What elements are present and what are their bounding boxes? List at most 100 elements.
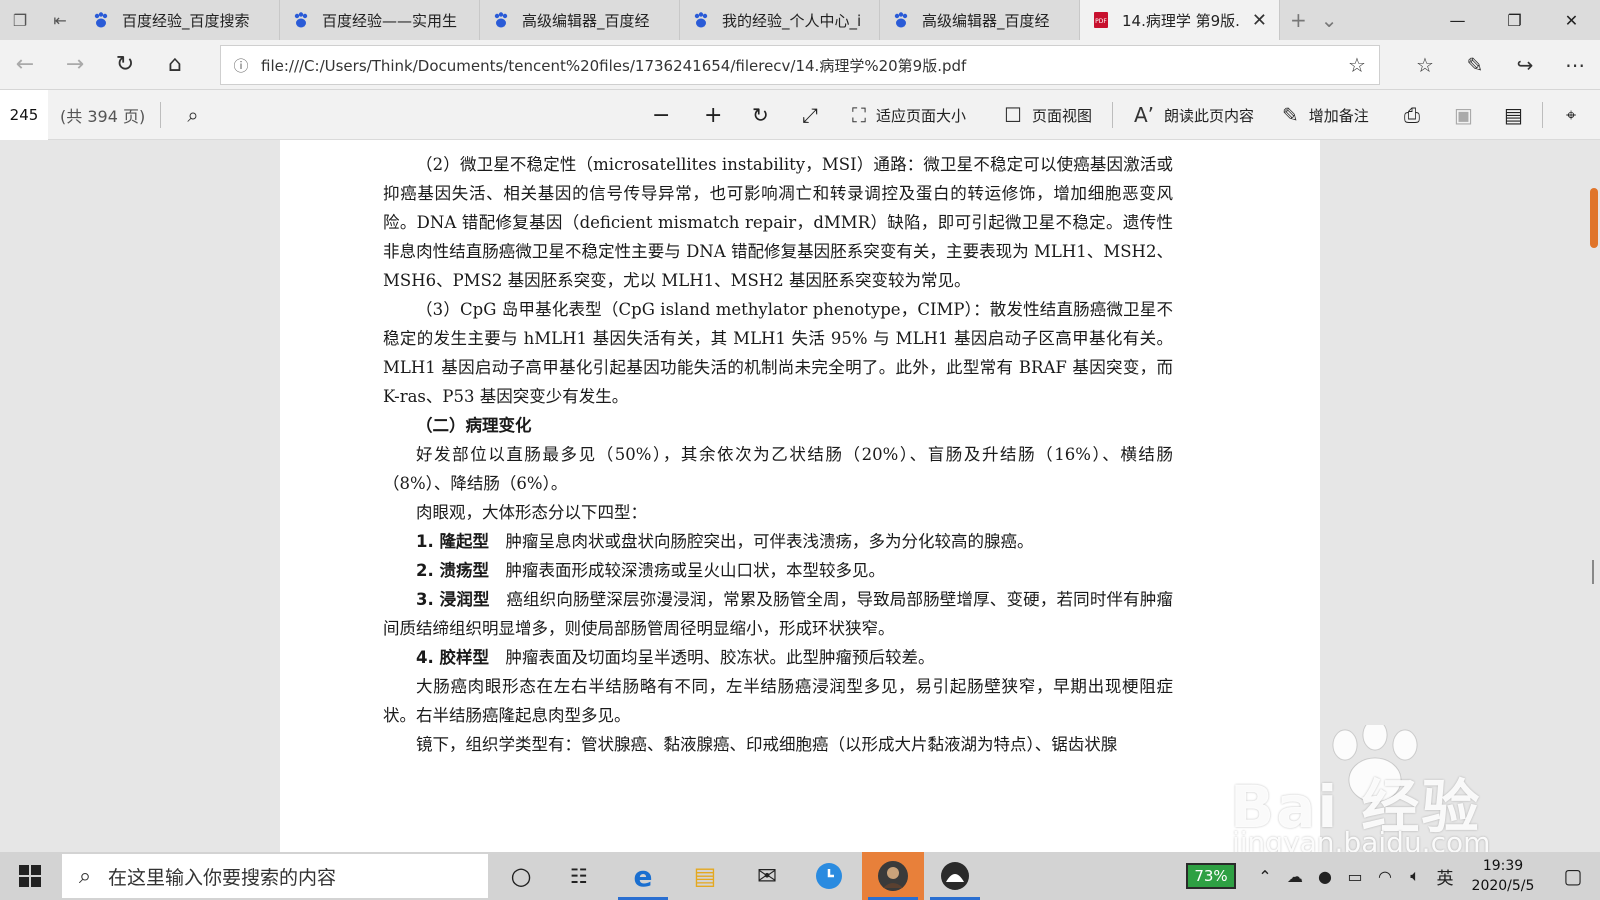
type-body: 肿瘤呈息肉状或盘状向肠腔突出，可伴表浅溃疡，多为分化较高的腺癌。 bbox=[505, 532, 1034, 551]
windows-start-icon[interactable] bbox=[0, 852, 60, 900]
forward-icon[interactable]: → bbox=[50, 40, 100, 90]
vertical-scrollbar[interactable] bbox=[1590, 188, 1598, 248]
type-item-4: 4. 胶样型 肿瘤表面及切面均呈半透明、胶冻状。此型肿瘤预后较差。 bbox=[383, 643, 1173, 672]
battery-percent-badge[interactable]: 73% bbox=[1186, 863, 1236, 889]
close-tab-icon[interactable]: ✕ bbox=[1252, 10, 1267, 31]
taskbar-search-box[interactable]: ⌕ 在这里输入你要搜索的内容 bbox=[62, 854, 488, 898]
toolbar-divider bbox=[160, 102, 161, 128]
type-body: 肿瘤表面形成较深溃疡或呈火山口状，本型较多见。 bbox=[505, 561, 886, 580]
info-icon[interactable]: ⓘ bbox=[221, 55, 261, 76]
tab-pdf-active[interactable]: PDF 14.病理学 第9版. ✕ bbox=[1080, 0, 1280, 40]
search-icon[interactable]: ⌕ bbox=[178, 90, 208, 140]
game-app-icon[interactable] bbox=[924, 852, 986, 900]
clock[interactable]: 19:39 2020/5/5 bbox=[1460, 856, 1546, 896]
wifi-icon[interactable]: ◠ bbox=[1370, 867, 1400, 886]
pen-icon: ✎ bbox=[1282, 103, 1299, 127]
cloud-icon[interactable]: ☁ bbox=[1280, 867, 1310, 886]
tab-title: 高级编辑器_百度经 bbox=[522, 11, 650, 30]
type-item-2: 2. 溃疡型 肿瘤表面形成较深溃疡或呈火山口状，本型较多见。 bbox=[383, 556, 1173, 585]
notification-icon[interactable]: ▢ bbox=[1546, 864, 1600, 888]
tab-baidu-jingyan[interactable]: 百度经验——实用生 bbox=[280, 0, 480, 40]
close-window-icon[interactable]: ✕ bbox=[1543, 0, 1600, 40]
tab-baidu-search[interactable]: 百度经验_百度搜索 bbox=[80, 0, 280, 40]
paragraph-location: 好发部位以直肠最多见（50%），其余依次为乙状结肠（20%）、盲肠及升结肠（16… bbox=[383, 445, 1173, 493]
tab-overview-icon[interactable]: ❐ bbox=[0, 0, 40, 40]
tab-strip: ❐ ⇤ 百度经验_百度搜索 百度经验——实用生 高级编辑器_百度经 我的经验_个… bbox=[0, 0, 1600, 40]
clock-date: 2020/5/5 bbox=[1471, 878, 1535, 894]
navigation-bar: ← → ↻ ⌂ ⓘ file:///C:/Users/Think/Documen… bbox=[0, 40, 1600, 90]
address-bar[interactable]: ⓘ file:///C:/Users/Think/Documents/tence… bbox=[220, 45, 1380, 85]
share-icon[interactable]: ↪ bbox=[1500, 40, 1550, 90]
page-view-icon: ☐ bbox=[1004, 103, 1022, 127]
qq-penguin-icon[interactable]: ● bbox=[1310, 867, 1340, 886]
battery-icon[interactable]: ▭ bbox=[1340, 867, 1370, 886]
rotate-icon[interactable]: ↻ bbox=[752, 90, 769, 140]
type-heading: 4. 胶样型 bbox=[416, 648, 489, 667]
read-aloud-label: 朗读此页内容 bbox=[1164, 106, 1255, 125]
read-aloud-button[interactable]: A’ 朗读此页内容 bbox=[1134, 90, 1254, 140]
tab-my-jingyan[interactable]: 我的经验_个人中心_i bbox=[680, 0, 880, 40]
url-text[interactable]: file:///C:/Users/Think/Documents/tencent… bbox=[261, 55, 1335, 76]
add-notes-button[interactable]: ✎ 增加备注 bbox=[1282, 90, 1369, 140]
avatar-app-icon[interactable] bbox=[862, 852, 924, 900]
print-icon[interactable]: ⎙ bbox=[1404, 90, 1420, 140]
minimize-icon[interactable]: — bbox=[1429, 0, 1486, 40]
set-aside-tabs-icon[interactable]: ⇤ bbox=[40, 0, 80, 40]
favorites-icon[interactable]: ☆ bbox=[1400, 40, 1450, 90]
pdf-text-body: （2）微卫星不稳定性（microsatellites instability，M… bbox=[383, 150, 1173, 759]
add-notes-label: 增加备注 bbox=[1308, 106, 1369, 125]
paragraph-gross: 肉眼观，大体形态分以下四型： bbox=[416, 503, 647, 522]
tab-advanced-editor[interactable]: 高级编辑器_百度经 bbox=[480, 0, 680, 40]
back-icon[interactable]: ← bbox=[0, 40, 50, 90]
page-count: (共 394 页) bbox=[60, 107, 146, 126]
baidu-paw-icon bbox=[94, 12, 108, 28]
section-heading: （二）病理变化 bbox=[416, 416, 532, 435]
baidu-paw-icon bbox=[294, 12, 308, 28]
new-tab-icon[interactable]: + bbox=[1290, 8, 1307, 32]
zoom-in-icon[interactable]: + bbox=[704, 90, 722, 140]
restore-icon[interactable]: ❐ bbox=[1486, 0, 1543, 40]
task-view-icon[interactable]: ☷ bbox=[548, 852, 610, 900]
chevron-up-icon[interactable]: ⌃ bbox=[1250, 867, 1280, 886]
fit-page-button[interactable]: ⛶ 适应页面大小 bbox=[852, 90, 966, 140]
mail-icon[interactable]: ✉ bbox=[736, 852, 798, 900]
save-icon[interactable]: ▣ bbox=[1454, 90, 1473, 140]
type-body: 癌组织向肠壁深层弥漫浸润，常累及肠管全周，导致局部肠壁增厚、变硬，若同时伴有肿瘤… bbox=[383, 590, 1174, 638]
refresh-icon[interactable]: ↻ bbox=[100, 40, 150, 90]
volume-icon[interactable]: 🔈︎ bbox=[1400, 866, 1430, 886]
type-heading: 1. 隆起型 bbox=[416, 532, 489, 551]
paragraph-cimp: （3）CpG 岛甲基化表型（CpG island methylator phen… bbox=[383, 300, 1173, 406]
type-item-1: 1. 隆起型 肿瘤呈息肉状或盘状向肠腔突出，可伴表浅溃疡，多为分化较高的腺癌。 bbox=[383, 527, 1173, 556]
search-icon: ⌕ bbox=[78, 863, 92, 889]
paragraph-histology: 镜下，组织学类型有：管状腺癌、黏液腺癌、印戒细胞癌（以形成大片黏液湖为特点）、锯… bbox=[416, 735, 1118, 754]
zoom-out-icon[interactable]: − bbox=[652, 90, 670, 140]
baidu-paw-icon bbox=[694, 12, 708, 28]
baidu-paw-icon bbox=[894, 12, 908, 28]
tab-title: 高级编辑器_百度经 bbox=[922, 11, 1050, 30]
pdf-page: （2）微卫星不稳定性（microsatellites instability，M… bbox=[280, 140, 1320, 852]
tab-title: 百度经验——实用生 bbox=[322, 11, 458, 30]
baidu-paw-icon bbox=[494, 12, 508, 28]
clock-app-icon[interactable] bbox=[798, 852, 860, 900]
ime-indicator[interactable]: 英 bbox=[1430, 864, 1460, 889]
pin-toolbar-icon[interactable]: ⌖ bbox=[1566, 90, 1576, 140]
type-item-3: 3. 浸润型 癌组织向肠壁深层弥漫浸润，常累及肠管全周，导致局部肠壁增厚、变硬，… bbox=[383, 585, 1173, 643]
more-icon[interactable]: ⋯ bbox=[1550, 40, 1600, 90]
tab-list-chevron-icon[interactable]: ⌄ bbox=[1321, 8, 1338, 32]
page-view-button[interactable]: ☐ 页面视图 bbox=[1004, 90, 1092, 140]
tab-title: 百度经验_百度搜索 bbox=[122, 11, 250, 30]
fit-page-label: 适应页面大小 bbox=[876, 106, 967, 125]
system-tray: 73% ⌃ ☁ ● ▭ ◠ 🔈︎ 英 19:39 2020/5/5 ▢ bbox=[1186, 852, 1600, 900]
page-number-input[interactable]: 245 bbox=[0, 90, 48, 140]
home-icon[interactable]: ⌂ bbox=[150, 40, 200, 90]
file-explorer-icon[interactable]: ▤ bbox=[674, 852, 736, 900]
save-as-icon[interactable]: ▤ bbox=[1504, 90, 1523, 140]
edge-browser-icon[interactable]: e bbox=[612, 852, 674, 900]
type-heading: 2. 溃疡型 bbox=[416, 561, 489, 580]
fullscreen-icon[interactable]: ⤢ bbox=[802, 90, 818, 140]
toolbar-divider bbox=[1112, 102, 1113, 128]
cortana-icon[interactable]: ○ bbox=[490, 852, 552, 900]
pen-notes-icon[interactable]: ✎ bbox=[1450, 40, 1500, 90]
favorite-star-icon[interactable]: ☆ bbox=[1335, 53, 1379, 77]
tab-advanced-editor-2[interactable]: 高级编辑器_百度经 bbox=[880, 0, 1080, 40]
